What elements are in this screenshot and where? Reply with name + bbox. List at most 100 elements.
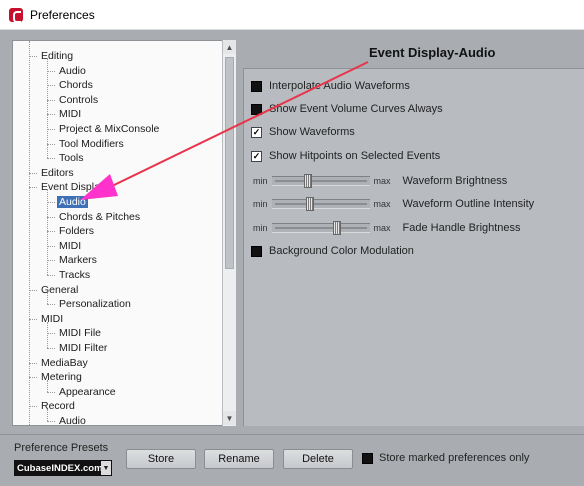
slider-track[interactable]: [271, 174, 370, 188]
tree-connector: [47, 202, 55, 203]
scroll-down-arrow[interactable]: ▼: [223, 411, 236, 425]
tree-item-label: MediaBay: [41, 356, 88, 369]
tree-connector: [47, 70, 55, 72]
tree-item-label: Record: [41, 400, 75, 413]
tree-connector: [29, 172, 37, 174]
tree-item-label: Chords: [59, 79, 93, 92]
tree-item-label: Tracks: [59, 269, 91, 281]
slider-waveform-brightness: min max Waveform Brightness: [253, 173, 507, 189]
option-label: Interpolate Audio Waveforms: [269, 80, 410, 92]
tree-item-label: Personalization: [59, 298, 131, 311]
tree-item-label: MIDI File: [59, 327, 101, 340]
tree-item[interactable]: Personalization: [57, 297, 133, 311]
checkbox[interactable]: ✓: [251, 150, 262, 162]
tree-item[interactable]: Audio: [57, 414, 88, 425]
tree-item[interactable]: Tool Modifiers: [57, 137, 126, 151]
tree-connector: [47, 114, 55, 116]
tree-connector: [47, 216, 55, 218]
tree-item[interactable]: MIDI File: [57, 326, 103, 340]
tree-item[interactable]: Chords: [57, 78, 95, 92]
tree-item-label: Project & MixConsole: [59, 123, 160, 135]
window-title: Preferences: [30, 7, 95, 22]
tree-item[interactable]: Folders: [57, 224, 96, 238]
tree-connector: [29, 56, 37, 57]
tree-item-label: MIDI: [59, 239, 82, 252]
slider-thumb[interactable]: [303, 174, 312, 188]
tree-item[interactable]: Metering: [39, 370, 84, 384]
cubase-app-icon: [9, 7, 23, 23]
preferences-tree: Editing Audio Chords Controls MIDI Project & …: [12, 40, 236, 426]
scroll-up-arrow[interactable]: ▲: [223, 40, 236, 54]
tree-item[interactable]: Tracks: [57, 268, 92, 282]
tree-item[interactable]: MIDI: [57, 107, 83, 121]
tree-connector: [47, 333, 55, 335]
checkbox[interactable]: ✓: [251, 126, 262, 138]
tree-item[interactable]: Record: [39, 399, 77, 413]
tree-item[interactable]: Editors: [39, 166, 76, 180]
option-show-volume-curves[interactable]: Show Event Volume Curves Always: [251, 101, 443, 117]
preset-select[interactable]: CubaseINDEX.com ▼: [14, 460, 112, 476]
tree-item-label: MIDI: [41, 312, 64, 325]
slider-thumb[interactable]: [305, 197, 314, 211]
chevron-down-icon[interactable]: ▼: [101, 461, 111, 475]
tree-item-label: Tool Modifiers: [59, 137, 124, 150]
tree-item[interactable]: MIDI: [57, 239, 83, 253]
checkbox[interactable]: [251, 80, 262, 92]
tree-item[interactable]: Audio: [57, 64, 88, 78]
slider-track[interactable]: [271, 197, 370, 211]
tree-item[interactable]: MediaBay: [39, 356, 90, 370]
rename-button[interactable]: Rename: [204, 449, 274, 469]
tree-connector: [47, 304, 55, 306]
store-button[interactable]: Store: [126, 449, 196, 469]
tree-item[interactable]: Audio: [57, 195, 88, 209]
tree-item-label: Metering: [41, 371, 82, 384]
tree-item[interactable]: Event Display: [39, 180, 107, 194]
option-show-hitpoints[interactable]: ✓ Show Hitpoints on Selected Events: [251, 148, 440, 164]
slider-label: Waveform Outline Intensity: [402, 198, 535, 210]
tree-branch-line: [47, 59, 48, 159]
tree-item[interactable]: Tools: [57, 151, 86, 165]
slider-track[interactable]: [271, 221, 370, 235]
preset-value: CubaseINDEX.com: [17, 462, 103, 474]
slider-thumb[interactable]: [332, 221, 341, 235]
tree-scrollbar[interactable]: ▲ ▼: [222, 40, 236, 426]
option-show-waveforms[interactable]: ✓ Show Waveforms: [251, 124, 355, 140]
tree-item-label: MIDI: [59, 108, 82, 121]
delete-button[interactable]: Delete: [283, 449, 353, 469]
tree-item-label: Editors: [41, 166, 74, 179]
tree-item[interactable]: MIDI: [39, 312, 65, 326]
slider-min-label: min: [253, 223, 268, 233]
option-background-color-modulation[interactable]: Background Color Modulation: [251, 243, 414, 259]
option-label: Background Color Modulation: [269, 245, 414, 257]
checkbox[interactable]: [251, 103, 262, 115]
tree-item-label: Chords & Pitches: [59, 210, 141, 223]
tree-connector: [29, 406, 37, 408]
tree-root-line: [29, 41, 30, 425]
tree-item[interactable]: Markers: [57, 253, 99, 267]
tree-connector: [29, 362, 37, 364]
tree-connector: [47, 231, 55, 233]
tree-connector: [47, 129, 55, 130]
slider-label: Waveform Brightness: [402, 175, 508, 187]
tree-connector: [47, 143, 55, 145]
tree-connector: [47, 158, 55, 160]
section-header: Event Display-Audio: [369, 45, 496, 60]
option-interpolate-waveforms[interactable]: Interpolate Audio Waveforms: [251, 78, 410, 94]
title-bar: Preferences: [0, 0, 584, 30]
tree-item[interactable]: Project & MixConsole: [57, 122, 161, 136]
checkbox[interactable]: [251, 245, 262, 257]
tree-item[interactable]: Appearance: [57, 385, 118, 399]
tree-item[interactable]: General: [39, 283, 80, 297]
scrollbar-thumb[interactable]: [225, 57, 234, 269]
tree-item[interactable]: Chords & Pitches: [57, 210, 142, 224]
tree-branch-line: [47, 409, 48, 421]
slider-max-label: max: [373, 199, 391, 209]
tree-item[interactable]: MIDI Filter: [57, 341, 109, 355]
store-marked-option[interactable]: Store marked preferences only: [362, 452, 529, 464]
tree-item[interactable]: Controls: [57, 93, 100, 107]
tree-item-label: Editing: [41, 50, 74, 62]
tree-connector: [47, 99, 55, 101]
tree-item[interactable]: Editing: [39, 49, 75, 63]
checkbox[interactable]: [362, 452, 373, 464]
option-label: Show Event Volume Curves Always: [269, 103, 443, 115]
